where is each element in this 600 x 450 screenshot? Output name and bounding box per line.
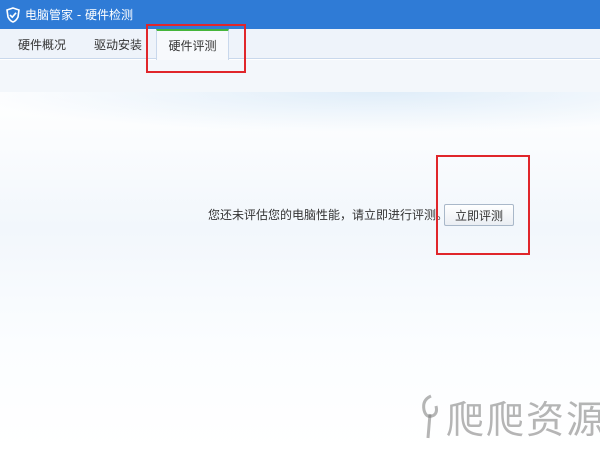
watermark: 爬爬资源 [418,388,600,444]
shield-icon [5,6,21,23]
toolbar-strip [0,60,600,92]
watermark-text: 爬爬资源 [446,397,600,442]
panel-glare [0,92,600,162]
benchmark-prompt: 您还未评估您的电脑性能，请立即进行评测。 [208,208,449,222]
tab-hardware-overview[interactable]: 硬件概况 [6,29,78,59]
tab-bar: 硬件概况 驱动安装 硬件评测 [0,29,600,60]
title-bar: 电脑管家 - 硬件检测 [0,0,600,29]
start-benchmark-button[interactable]: 立即评测 [444,204,514,226]
tab-label: 驱动安装 [93,37,142,52]
watermark-logo-icon [418,392,444,440]
tab-label: 硬件概况 [17,37,66,52]
tab-label: 硬件评测 [168,39,217,53]
tab-hardware-benchmark[interactable]: 硬件评测 [156,29,229,60]
tab-driver-install[interactable]: 驱动安装 [82,29,154,59]
window-title: 电脑管家 - 硬件检测 [25,8,133,22]
